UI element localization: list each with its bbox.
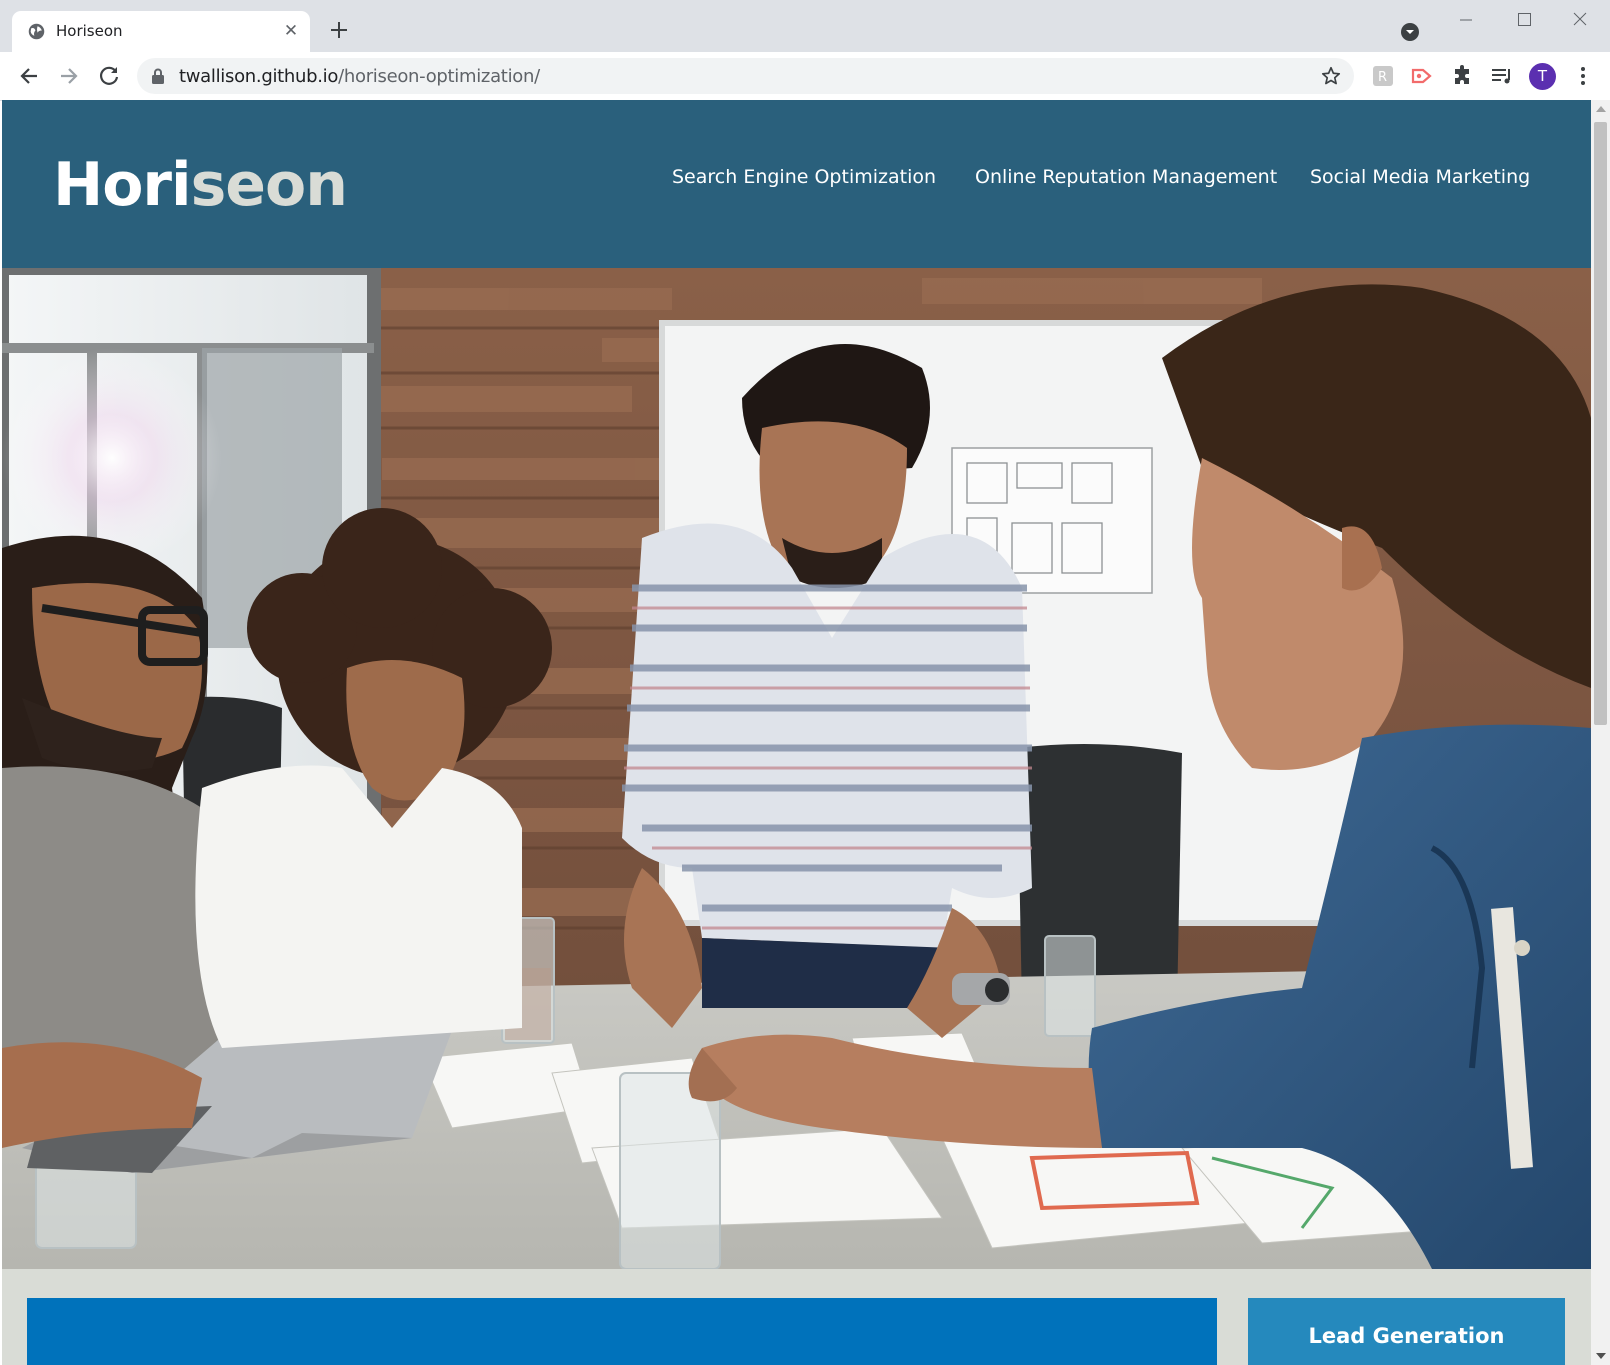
page-viewport: Horiseon Search Engine Optimization Onli… — [2, 100, 1591, 1365]
media-queue-icon[interactable] — [1490, 64, 1514, 88]
url-text: twallison.github.io/horiseon-optimizatio… — [179, 66, 540, 87]
window-close-icon[interactable] — [1552, 8, 1608, 36]
logo-part-2: seon — [190, 150, 348, 220]
browser-toolbar: twallison.github.io/horiseon-optimizatio… — [0, 52, 1610, 101]
benefit-title: Lead Generation — [1308, 1324, 1505, 1348]
close-icon[interactable]: ✕ — [282, 22, 300, 40]
lock-icon[interactable] — [151, 68, 165, 84]
nav-link-social-media-marketing[interactable]: Social Media Marketing — [1310, 166, 1530, 188]
logo-part-1: Hori — [53, 150, 192, 220]
minimize-icon[interactable] — [1438, 8, 1494, 36]
site-logo[interactable]: Horiseon — [53, 150, 348, 220]
extension-reader-icon[interactable]: R — [1371, 64, 1395, 88]
forward-arrow-icon[interactable] — [55, 62, 83, 90]
site-header: Horiseon Search Engine Optimization Onli… — [2, 100, 1591, 268]
browser-tab[interactable]: Horiseon ✕ — [12, 11, 310, 52]
more-menu-icon[interactable] — [1573, 64, 1593, 88]
address-bar[interactable]: twallison.github.io/horiseon-optimizatio… — [137, 58, 1354, 94]
maximize-icon[interactable] — [1496, 8, 1552, 36]
globe-icon — [28, 23, 45, 40]
scrollbar-thumb[interactable] — [1594, 122, 1607, 725]
back-arrow-icon[interactable] — [15, 62, 43, 90]
nav-link-reputation-management[interactable]: Online Reputation Management — [975, 166, 1277, 188]
hero-image — [2, 268, 1591, 1269]
browser-tab-strip: Horiseon ✕ — [0, 0, 1610, 52]
extension-screencast-icon[interactable] — [1410, 64, 1434, 88]
url-path: /horiseon-optimization/ — [338, 66, 540, 87]
scroll-down-arrow-icon[interactable] — [1596, 1353, 1606, 1359]
url-host: twallison.github.io — [179, 66, 339, 87]
profile-avatar[interactable]: T — [1529, 63, 1556, 90]
extensions-puzzle-icon[interactable] — [1451, 64, 1475, 88]
vertical-scrollbar[interactable] — [1591, 100, 1610, 1365]
tab-search-icon[interactable] — [1400, 22, 1420, 42]
nav-link-seo[interactable]: Search Engine Optimization — [672, 166, 936, 188]
content-section — [27, 1298, 1217, 1365]
tab-title: Horiseon — [56, 22, 123, 40]
new-tab-icon[interactable] — [327, 18, 351, 42]
reload-icon[interactable] — [95, 62, 123, 90]
svg-text:R: R — [1378, 70, 1387, 85]
benefit-lead-generation: Lead Generation — [1248, 1298, 1565, 1365]
scroll-up-arrow-icon[interactable] — [1596, 106, 1606, 112]
bookmark-star-icon[interactable] — [1320, 65, 1342, 87]
